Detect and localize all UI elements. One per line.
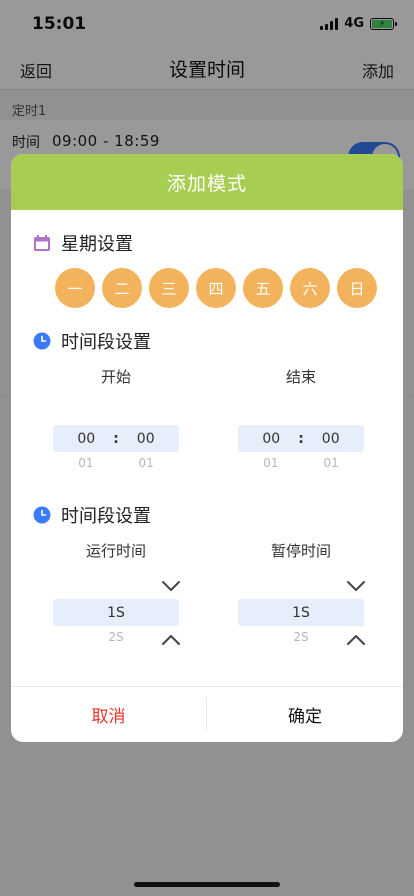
period-section-title: 时间段设置 xyxy=(61,332,151,353)
pause-time-next-value: 2S xyxy=(293,630,309,644)
clock-icon xyxy=(33,506,51,524)
run-time-label: 运行时间 xyxy=(85,542,146,560)
add-mode-dialog: 添加模式 星期设置 一 二 三 四 五 六 日 时间段设置 开始 结束 00 :… xyxy=(11,154,403,742)
chevron-up-icon[interactable] xyxy=(346,633,366,647)
chevron-up-icon[interactable] xyxy=(161,633,181,647)
day-button-fri[interactable]: 五 xyxy=(243,268,283,308)
end-next-minute: 01 xyxy=(323,456,339,470)
run-time-value[interactable]: 1S xyxy=(107,605,125,621)
dialog-title: 添加模式 xyxy=(166,172,247,195)
start-next-values: 01 01 xyxy=(53,456,179,470)
week-section-title: 星期设置 xyxy=(61,234,133,255)
day-button-thu[interactable]: 四 xyxy=(196,268,236,308)
home-indicator xyxy=(134,882,280,887)
cancel-button[interactable]: 取消 xyxy=(11,687,206,742)
run-section-header: 时间段设置 xyxy=(33,502,151,528)
day-button-sat[interactable]: 六 xyxy=(290,268,330,308)
start-label: 开始 xyxy=(100,368,131,386)
run-section-title: 时间段设置 xyxy=(61,506,151,527)
chevron-down-icon[interactable] xyxy=(346,579,366,593)
pause-time-label: 暂停时间 xyxy=(270,542,331,560)
weekday-selector: 一 二 三 四 五 六 日 xyxy=(55,268,377,308)
day-button-wed[interactable]: 三 xyxy=(149,268,189,308)
pause-time-value[interactable]: 1S xyxy=(292,605,310,621)
end-label: 结束 xyxy=(285,368,316,386)
run-time-next-value: 2S xyxy=(108,630,124,644)
week-section-header: 星期设置 xyxy=(33,230,133,256)
end-minute[interactable]: 00 xyxy=(322,431,340,447)
day-button-sun[interactable]: 日 xyxy=(337,268,377,308)
dialog-header: 添加模式 xyxy=(11,154,403,210)
end-hour[interactable]: 00 xyxy=(262,431,280,447)
period-section-header: 时间段设置 xyxy=(33,328,151,354)
pause-time-picker[interactable]: 1S xyxy=(238,599,364,626)
end-next-hour: 01 xyxy=(263,456,279,470)
day-button-tue[interactable]: 二 xyxy=(102,268,142,308)
end-next-values: 01 01 xyxy=(238,456,364,470)
start-hour[interactable]: 00 xyxy=(77,431,95,447)
start-next-hour: 01 xyxy=(78,456,94,470)
confirm-button[interactable]: 确定 xyxy=(207,687,403,742)
start-next-minute: 01 xyxy=(138,456,154,470)
day-button-mon[interactable]: 一 xyxy=(55,268,95,308)
start-time-picker[interactable]: 00 : 00 xyxy=(53,425,179,452)
chevron-down-icon[interactable] xyxy=(161,579,181,593)
start-minute[interactable]: 00 xyxy=(137,431,155,447)
calendar-icon xyxy=(34,235,50,251)
run-time-picker[interactable]: 1S xyxy=(53,599,179,626)
clock-icon xyxy=(33,332,51,350)
end-time-picker[interactable]: 00 : 00 xyxy=(238,425,364,452)
